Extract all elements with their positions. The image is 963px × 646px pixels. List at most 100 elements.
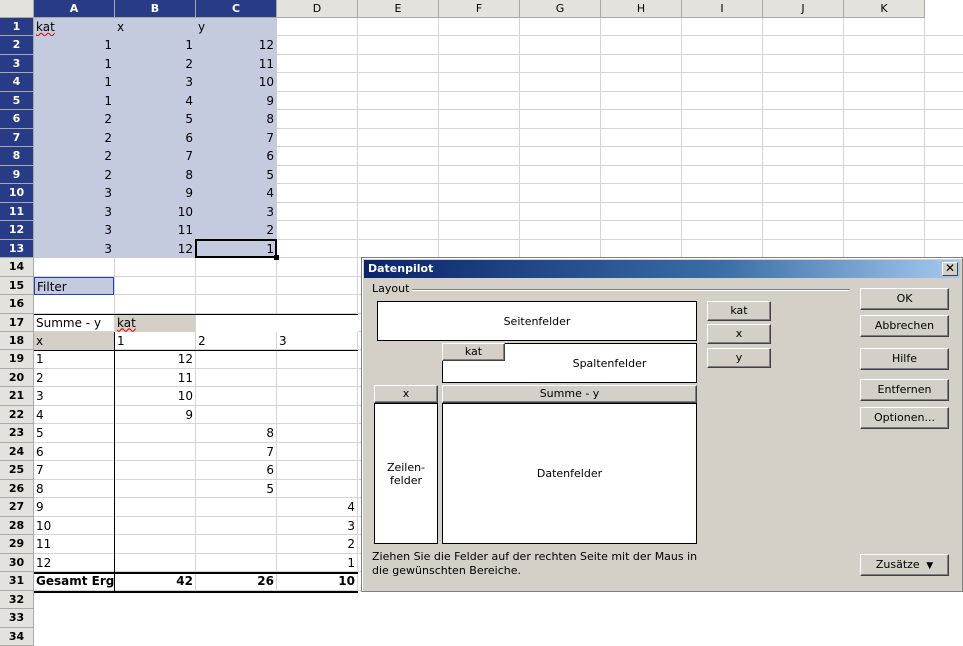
source-cell[interactable]: 4 <box>115 92 195 110</box>
pivot-row-header[interactable]: 2 <box>34 369 114 387</box>
pivot-total-cell[interactable]: 10 <box>277 572 357 590</box>
pivot-row-field-button[interactable]: x <box>34 331 114 350</box>
close-icon[interactable]: ✕ <box>942 262 958 276</box>
pivot-value-cell[interactable] <box>277 424 357 442</box>
pivot-data-field-label[interactable]: Summe - y <box>34 314 114 332</box>
pivot-value-cell[interactable] <box>277 461 357 479</box>
source-header-cell[interactable]: y <box>196 18 276 36</box>
data-fields-area[interactable]: Datenfelder <box>442 403 697 544</box>
row-header-6[interactable]: 6 <box>0 110 34 129</box>
pivot-total-label[interactable]: Gesamt Erg <box>34 572 114 590</box>
pivot-value-cell[interactable]: 12 <box>115 350 195 368</box>
pivot-value-cell[interactable]: 9 <box>115 406 195 424</box>
row-header-33[interactable]: 33 <box>0 609 34 628</box>
row-header-21[interactable]: 21 <box>0 387 34 406</box>
pivot-value-cell[interactable]: 7 <box>196 443 276 461</box>
row-header-34[interactable]: 34 <box>0 627 34 646</box>
pivot-value-cell[interactable]: 11 <box>115 369 195 387</box>
row-header-20[interactable]: 20 <box>0 368 34 388</box>
pivot-col-header[interactable]: 3 <box>277 332 357 350</box>
pivot-row-header[interactable]: 5 <box>34 424 114 442</box>
source-cell[interactable]: 6 <box>196 147 276 165</box>
column-header-A[interactable]: A <box>34 0 115 18</box>
row-header-22[interactable]: 22 <box>0 405 34 425</box>
source-cell[interactable]: 2 <box>115 55 195 73</box>
pivot-row-header[interactable]: 6 <box>34 443 114 461</box>
column-header-C[interactable]: C <box>196 0 277 18</box>
row-header-2[interactable]: 2 <box>0 36 34 55</box>
options-button[interactable]: Optionen... <box>860 407 949 429</box>
pivot-value-cell[interactable] <box>115 461 195 479</box>
pivot-value-cell[interactable] <box>196 517 276 535</box>
pivot-value-cell[interactable]: 8 <box>196 424 276 442</box>
source-cell[interactable]: 1 <box>34 55 114 73</box>
pivot-row-header[interactable]: 7 <box>34 461 114 479</box>
row-header-5[interactable]: 5 <box>0 91 34 111</box>
row-header-29[interactable]: 29 <box>0 535 34 554</box>
row-header-11[interactable]: 11 <box>0 202 34 222</box>
source-cell[interactable]: 5 <box>196 166 276 184</box>
source-cell[interactable]: 2 <box>196 221 276 239</box>
source-cell[interactable]: 1 <box>34 92 114 110</box>
source-cell[interactable]: 9 <box>115 184 195 202</box>
pivot-row-header[interactable]: 11 <box>34 535 114 553</box>
pivot-value-cell[interactable] <box>115 554 195 572</box>
row-header-7[interactable]: 7 <box>0 128 34 148</box>
ok-button[interactable]: OK <box>860 288 949 310</box>
pivot-value-cell[interactable] <box>277 480 357 498</box>
dialog-titlebar[interactable]: Datenpilot ✕ <box>364 260 960 278</box>
source-cell[interactable]: 12 <box>115 240 195 258</box>
pivot-filter-button[interactable]: Filter <box>34 276 114 295</box>
field-kat-button[interactable]: kat <box>707 301 771 321</box>
pivot-total-cell[interactable]: 42 <box>115 572 195 590</box>
column-header-H[interactable]: H <box>601 0 682 18</box>
column-header-I[interactable]: I <box>682 0 763 18</box>
column-header-K[interactable]: K <box>844 0 925 18</box>
row-field-chip-x[interactable]: x <box>374 385 438 403</box>
pivot-value-cell[interactable] <box>196 554 276 572</box>
pivot-row-header[interactable]: 8 <box>34 480 114 498</box>
row-header-23[interactable]: 23 <box>0 424 34 443</box>
pivot-total-cell[interactable]: 26 <box>196 572 276 590</box>
source-cell[interactable]: 3 <box>196 203 276 221</box>
source-cell[interactable]: 11 <box>196 55 276 73</box>
row-header-16[interactable]: 16 <box>0 295 34 314</box>
row-header-19[interactable]: 19 <box>0 350 34 369</box>
fill-handle[interactable] <box>274 255 279 261</box>
row-header-15[interactable]: 15 <box>0 276 34 296</box>
pivot-col-header[interactable]: 2 <box>196 332 276 350</box>
row-header-1[interactable]: 1 <box>0 18 34 37</box>
pivot-value-cell[interactable]: 5 <box>196 480 276 498</box>
pivot-value-cell[interactable] <box>115 498 195 516</box>
pivot-value-cell[interactable] <box>196 535 276 553</box>
row-header-12[interactable]: 12 <box>0 221 34 240</box>
source-cell[interactable]: 1 <box>115 36 195 54</box>
pivot-value-cell[interactable]: 6 <box>196 461 276 479</box>
row-header-31[interactable]: 31 <box>0 572 34 591</box>
pivot-row-header[interactable]: 4 <box>34 406 114 424</box>
source-cell[interactable]: 11 <box>115 221 195 239</box>
row-header-30[interactable]: 30 <box>0 553 34 573</box>
row-header-32[interactable]: 32 <box>0 590 34 610</box>
pivot-value-cell[interactable] <box>196 369 276 387</box>
pivot-value-cell[interactable]: 2 <box>277 535 357 553</box>
source-cell[interactable]: 3 <box>34 184 114 202</box>
source-cell[interactable]: 2 <box>34 110 114 128</box>
pivot-column-field-button[interactable]: kat <box>115 313 195 332</box>
row-fields-area[interactable]: Zeilen-felder <box>374 403 438 544</box>
row-header-13[interactable]: 13 <box>0 239 34 259</box>
pivot-row-header[interactable]: 10 <box>34 517 114 535</box>
pivot-value-cell[interactable] <box>196 498 276 516</box>
row-header-18[interactable]: 18 <box>0 331 34 351</box>
row-header-27[interactable]: 27 <box>0 498 34 517</box>
pivot-value-cell[interactable]: 4 <box>277 498 357 516</box>
pivot-row-header[interactable]: 3 <box>34 387 114 405</box>
pivot-value-cell[interactable] <box>196 406 276 424</box>
source-cell[interactable]: 3 <box>34 203 114 221</box>
source-cell[interactable]: 3 <box>34 221 114 239</box>
row-header-24[interactable]: 24 <box>0 442 34 462</box>
column-field-chip-kat[interactable]: kat <box>442 343 505 361</box>
source-cell[interactable]: 12 <box>196 36 276 54</box>
source-cell[interactable]: 3 <box>34 240 114 258</box>
column-header-B[interactable]: B <box>115 0 196 18</box>
